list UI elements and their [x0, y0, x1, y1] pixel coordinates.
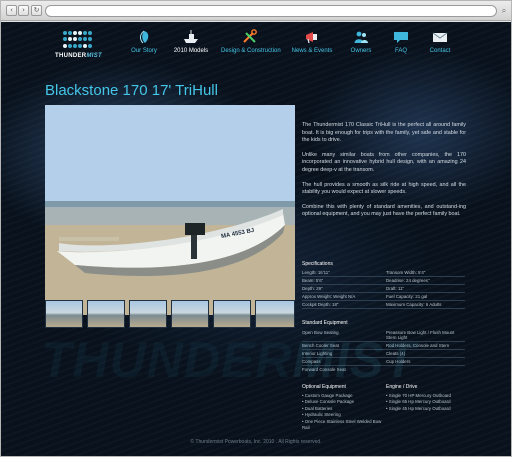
- thumbnail[interactable]: [87, 300, 125, 328]
- leaf-icon: [140, 30, 149, 44]
- optional-equipment-heading: Optional Equipment: [302, 384, 346, 390]
- nav-our-story[interactable]: Our Story: [123, 29, 165, 61]
- spec-cell: Approx Weight: Weight N/A: [302, 294, 356, 299]
- nav-label: Owners: [350, 48, 372, 54]
- megaphone-icon: [306, 32, 317, 44]
- thumbnail[interactable]: [129, 300, 167, 328]
- nav-label: 2010 Models: [173, 48, 209, 54]
- equipment-cell: Bench Cooler Seat: [302, 343, 339, 348]
- spec-cell: Draft: 11": [386, 286, 405, 291]
- spec-cell: Depth: 29": [302, 286, 323, 291]
- main-navigation: Our Story 2010 Models Design & Construct…: [123, 29, 463, 61]
- web-page: THUNDERMIST Our Story 2010 Models Design…: [1, 22, 511, 456]
- boat-icon: [184, 30, 198, 43]
- nav-design-construction[interactable]: Design & Construction: [221, 29, 281, 61]
- thumbnail[interactable]: [255, 300, 295, 328]
- list-item: One Piece Stainless Steel Welded Bow Rai…: [302, 419, 382, 432]
- tools-icon: [243, 29, 257, 43]
- spec-cell: Fuel Capacity: 21 gal: [386, 294, 428, 299]
- nav-faq[interactable]: FAQ: [387, 29, 415, 61]
- address-bar[interactable]: [45, 5, 497, 17]
- nav-owners[interactable]: Owners: [345, 29, 377, 61]
- table-row: Open Bow Seating Preassure Bow Light / Fl…: [302, 329, 465, 342]
- nav-label: Design & Construction: [221, 48, 281, 54]
- equipment-cell: Cleats (4): [386, 351, 406, 356]
- standard-equipment-heading: Standard Equipment: [302, 320, 348, 326]
- logo-wordmark: THUNDERMIST: [55, 53, 102, 59]
- list-item: Single 45 Hp Mercury Outboard: [386, 406, 468, 412]
- search-icon[interactable]: ⌕: [499, 5, 509, 16]
- browser-window: ‹ › ↻ ⌕ THUNDERMIST Our Story 2010 Model…: [0, 0, 512, 457]
- nav-label: News & Events: [291, 48, 333, 54]
- boat-illustration: [45, 105, 295, 315]
- table-row: Approx Weight: Weight N/A Fuel Capacity: …: [302, 293, 465, 301]
- copyright-footer: © Thundermist Powerboats, Inc. 2010 . Al…: [190, 439, 322, 445]
- table-row: Length: 16'11" Transom Width: 5'4": [302, 269, 465, 277]
- nav-label: Our Story: [131, 48, 157, 54]
- equipment-cell: Rod Holders, Console and Stern: [386, 343, 450, 348]
- nav-2010-models[interactable]: 2010 Models: [169, 29, 213, 61]
- equipment-cell: Open Bow Seating: [302, 330, 339, 335]
- spec-cell: Deadrise: 24 degrees": [386, 278, 430, 283]
- thumbnail-strip: [45, 300, 295, 332]
- description-paragraph: The Thundermist 170 Classic TriHull is t…: [302, 122, 466, 144]
- table-row: Bench Cooler Seat Rod Holders, Console an…: [302, 342, 465, 350]
- equipment-cell: Forward Console Seat: [302, 367, 346, 372]
- spec-cell: Maximum Capacity: 6 Adults: [386, 302, 442, 307]
- nav-label: FAQ: [394, 48, 407, 54]
- table-row: Compass Cup Holders: [302, 358, 465, 366]
- spec-cell: Cockpit Depth: 18": [302, 302, 339, 307]
- standard-equipment-table: Open Bow Seating Preassure Bow Light / Fl…: [302, 329, 465, 374]
- people-icon: [354, 31, 368, 43]
- engine-drive-heading: Engine / Drive: [386, 384, 418, 390]
- optional-equipment-list: Custom Gauge Package Deluxe Console Pack…: [302, 393, 382, 431]
- spec-cell: Beam: 5'6": [302, 278, 324, 283]
- spec-cell: Transom Width: 5'4": [386, 270, 426, 275]
- specifications-table: Length: 16'11" Transom Width: 5'4" Beam: …: [302, 269, 465, 309]
- equipment-cell: Cup Holders: [386, 359, 411, 364]
- chevron-right-icon[interactable]: ›: [18, 5, 29, 16]
- thumbnail[interactable]: [171, 300, 209, 328]
- speech-bubble-icon: [394, 32, 408, 43]
- table-row: Beam: 5'6" Deadrise: 24 degrees": [302, 277, 465, 285]
- table-row: Interior Lighting Cleats (4): [302, 350, 465, 358]
- logo-dot-mark: [63, 31, 93, 49]
- thundermist-logo[interactable]: THUNDERMIST: [55, 31, 102, 61]
- thumbnail[interactable]: [213, 300, 251, 328]
- table-row: Forward Console Seat: [302, 366, 465, 374]
- boat-description: The Thundermist 170 Classic TriHull is t…: [302, 122, 466, 226]
- description-paragraph: Combine this with plenty of standard ame…: [302, 203, 466, 218]
- engine-drive-list: Single 70 HP Mercury Outboard Single 65 …: [386, 393, 468, 412]
- page-title: Blackstone 170 17' TriHull: [45, 82, 218, 99]
- envelope-icon: [432, 32, 448, 42]
- table-row: Cockpit Depth: 18" Maximum Capacity: 6 Ad…: [302, 301, 465, 309]
- description-paragraph: Unlike many similar boats from other com…: [302, 151, 466, 173]
- boat-photo: MA 4553 BJ: [45, 105, 295, 315]
- thumbnail[interactable]: [45, 300, 83, 328]
- specifications-heading: Specifications: [302, 261, 333, 267]
- equipment-cell: Interior Lighting: [302, 351, 333, 356]
- chevron-left-icon[interactable]: ‹: [6, 5, 17, 16]
- description-paragraph: The hull provides a smooth as silk ride …: [302, 181, 466, 196]
- table-row: Depth: 29" Draft: 11": [302, 285, 465, 293]
- nav-contact[interactable]: Contact: [423, 29, 457, 61]
- nav-news-events[interactable]: News & Events: [287, 29, 337, 61]
- nav-label: Contact: [429, 48, 451, 54]
- spec-cell: Length: 16'11": [302, 270, 330, 275]
- equipment-cell: Preassure Bow Light / Flush Mount Stern …: [386, 330, 455, 341]
- reload-icon[interactable]: ↻: [31, 5, 42, 16]
- equipment-cell: Compass: [302, 359, 321, 364]
- browser-toolbar: ‹ › ↻ ⌕: [1, 1, 511, 21]
